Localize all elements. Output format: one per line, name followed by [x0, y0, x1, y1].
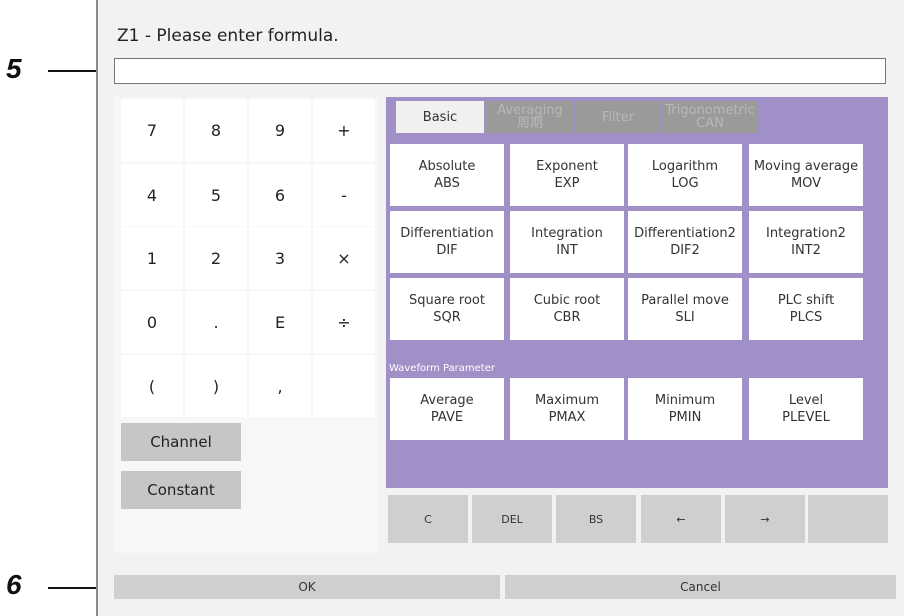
function-name: Differentiation [400, 226, 494, 241]
tab-averaging[interactable]: Averaging 周期 [486, 101, 574, 133]
tab-averaging-sublabel: 周期 [516, 116, 543, 131]
key-5[interactable]: 5 [185, 164, 247, 226]
key-open-paren[interactable]: ( [121, 355, 183, 417]
function-code: DIF2 [670, 243, 700, 258]
tab-basic-label: Basic [422, 109, 458, 125]
function-name: Parallel move [641, 293, 729, 308]
function-name: Square root [409, 293, 485, 308]
param-plevel-button[interactable]: Level PLEVEL [749, 378, 863, 440]
function-plcs-button[interactable]: PLC shift PLCS [749, 278, 863, 340]
function-mov-button[interactable]: Moving average MOV [749, 144, 863, 206]
function-name: Exponent [536, 159, 598, 174]
formula-input[interactable] [114, 58, 886, 84]
function-sqr-button[interactable]: Square root SQR [390, 278, 504, 340]
channel-button[interactable]: Channel [121, 423, 241, 461]
key-blank[interactable] [313, 355, 375, 417]
param-name: Average [420, 393, 474, 408]
key-9[interactable]: 9 [249, 99, 311, 161]
tab-filter-label: Filter [601, 109, 635, 125]
key-2[interactable]: 2 [185, 227, 247, 289]
key-comma[interactable]: , [249, 355, 311, 417]
key-0[interactable]: 0 [121, 291, 183, 353]
cursor-left-button[interactable]: ← [641, 495, 721, 543]
function-code: DIF [436, 243, 458, 258]
function-name: Integration2 [766, 226, 846, 241]
backspace-button[interactable]: BS [556, 495, 636, 543]
function-code: PLCS [789, 310, 823, 325]
tab-filter[interactable]: Filter [576, 101, 660, 133]
dialog-title: Z1 - Please enter formula. [117, 26, 339, 46]
function-code: LOG [671, 176, 699, 191]
function-name: Cubic root [533, 293, 601, 308]
key-divide[interactable]: ÷ [313, 291, 375, 353]
key-8[interactable]: 8 [185, 99, 247, 161]
key-plus[interactable]: + [313, 99, 375, 161]
function-dif-button[interactable]: Differentiation DIF [390, 211, 504, 273]
callout-5: 5 [6, 53, 22, 84]
function-name: PLC shift [777, 293, 835, 308]
blank-control-button[interactable] [808, 495, 888, 543]
function-name: Logarithm [651, 159, 719, 174]
param-name: Level [788, 393, 824, 408]
function-log-button[interactable]: Logarithm LOG [628, 144, 742, 206]
key-dot[interactable]: . [185, 291, 247, 353]
key-7[interactable]: 7 [121, 99, 183, 161]
function-abs-button[interactable]: Absolute ABS [390, 144, 504, 206]
cursor-right-button[interactable]: → [725, 495, 805, 543]
ok-button[interactable]: OK [114, 575, 500, 599]
param-name: Maximum [534, 393, 600, 408]
waveform-parameter-label: Waveform Parameter [389, 363, 495, 374]
function-name: Absolute [418, 159, 476, 174]
function-code: SLI [675, 310, 695, 325]
param-pmin-button[interactable]: Minimum PMIN [628, 378, 742, 440]
param-code: PAVE [430, 410, 464, 425]
param-code: PLEVEL [782, 410, 830, 425]
function-int-button[interactable]: Integration INT [510, 211, 624, 273]
param-code: PMAX [548, 410, 586, 425]
param-name: Minimum [654, 393, 716, 408]
tab-trigonometric-sublabel: CAN [696, 116, 724, 131]
function-code: MOV [790, 176, 822, 191]
function-code: EXP [554, 176, 580, 191]
key-3[interactable]: 3 [249, 227, 311, 289]
constant-button[interactable]: Constant [121, 471, 241, 509]
function-code: SQR [433, 310, 461, 325]
param-code: PMIN [668, 410, 702, 425]
function-code: INT [556, 243, 578, 258]
key-e[interactable]: E [249, 291, 311, 353]
delete-button[interactable]: DEL [472, 495, 552, 543]
function-name: Moving average [753, 159, 859, 174]
param-pmax-button[interactable]: Maximum PMAX [510, 378, 624, 440]
key-close-paren[interactable]: ) [185, 355, 247, 417]
clear-button[interactable]: C [388, 495, 468, 543]
function-sli-button[interactable]: Parallel move SLI [628, 278, 742, 340]
function-name: Integration [531, 226, 603, 241]
param-pave-button[interactable]: Average PAVE [390, 378, 504, 440]
key-multiply[interactable]: × [313, 227, 375, 289]
tab-trigonometric[interactable]: Trigonometric CAN [662, 101, 758, 133]
key-6[interactable]: 6 [249, 164, 311, 226]
function-dif2-button[interactable]: Differentiation2 DIF2 [628, 211, 742, 273]
function-code: ABS [434, 176, 460, 191]
function-name: Differentiation2 [634, 226, 736, 241]
function-code: INT2 [791, 243, 821, 258]
tab-basic[interactable]: Basic [396, 101, 484, 133]
key-minus[interactable]: - [313, 164, 375, 226]
function-code: CBR [553, 310, 581, 325]
function-exp-button[interactable]: Exponent EXP [510, 144, 624, 206]
function-int2-button[interactable]: Integration2 INT2 [749, 211, 863, 273]
key-4[interactable]: 4 [121, 164, 183, 226]
function-cbr-button[interactable]: Cubic root CBR [510, 278, 624, 340]
cancel-button[interactable]: Cancel [505, 575, 896, 599]
key-1[interactable]: 1 [121, 227, 183, 289]
callout-6: 6 [6, 569, 22, 600]
